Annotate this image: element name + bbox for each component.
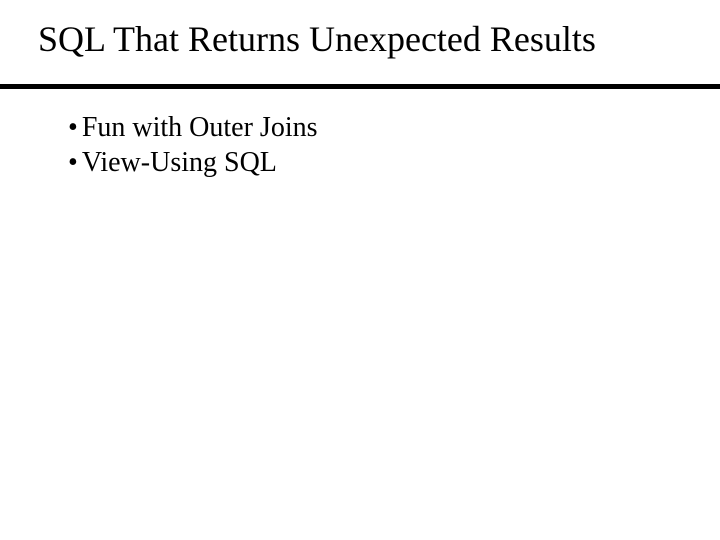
bullet-icon: • bbox=[68, 145, 78, 180]
slide-body: • Fun with Outer Joins • View-Using SQL bbox=[68, 110, 680, 180]
bullet-icon: • bbox=[68, 110, 78, 145]
bullet-text: View-Using SQL bbox=[82, 145, 277, 180]
bullet-item: • Fun with Outer Joins bbox=[68, 110, 680, 145]
slide: SQL That Returns Unexpected Results • Fu… bbox=[0, 0, 720, 540]
bullet-item: • View-Using SQL bbox=[68, 145, 680, 180]
slide-title: SQL That Returns Unexpected Results bbox=[38, 20, 700, 60]
bullet-text: Fun with Outer Joins bbox=[82, 110, 318, 145]
title-underline bbox=[0, 84, 720, 89]
